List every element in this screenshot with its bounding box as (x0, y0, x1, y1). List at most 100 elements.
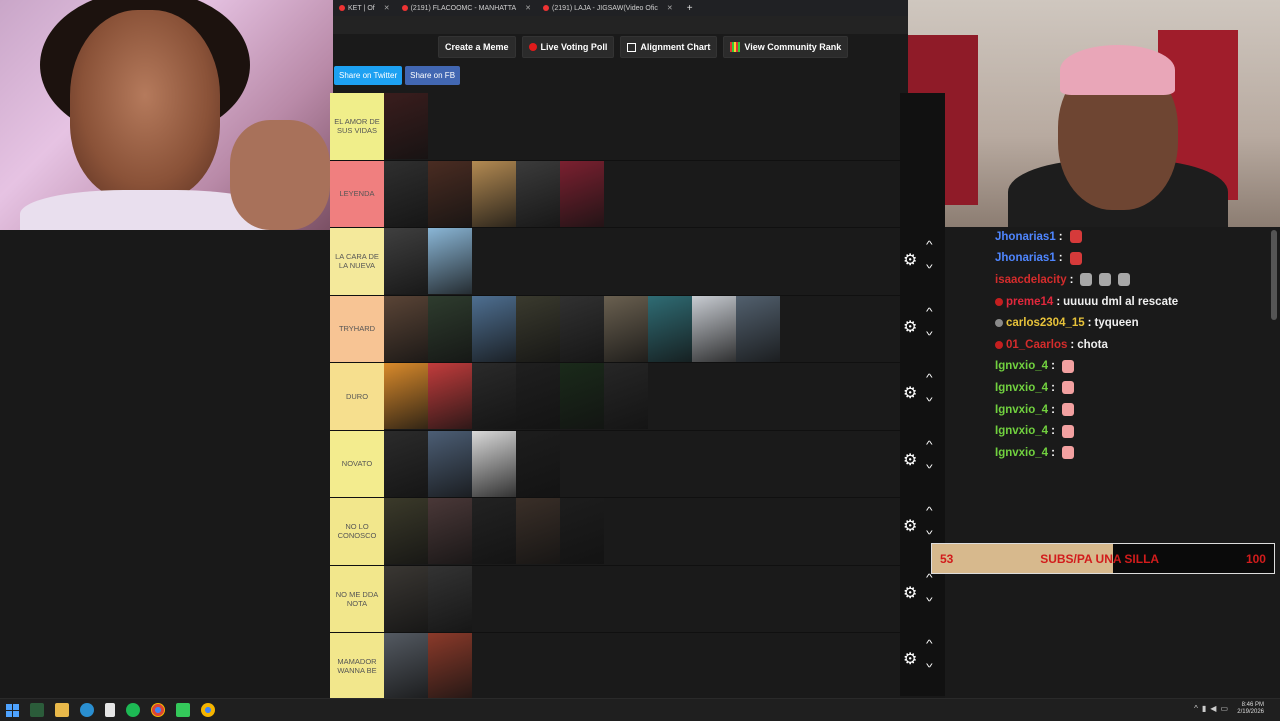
tier-item-image[interactable] (560, 498, 604, 564)
close-icon[interactable]: ✕ (525, 4, 531, 12)
tier-item-image[interactable] (384, 633, 428, 699)
tier-item-image[interactable] (516, 295, 560, 362)
chevron-down-icon[interactable]: ^ (926, 391, 933, 402)
chevron-down-icon[interactable]: ^ (926, 657, 933, 668)
close-icon[interactable]: ✕ (667, 4, 673, 12)
tier-label[interactable]: MAMADOR WANNA BE (330, 633, 384, 700)
chevron-down-icon[interactable]: ^ (926, 524, 933, 535)
tier-label[interactable]: NOVATO (330, 430, 384, 497)
tier-item-image[interactable] (428, 228, 472, 294)
chrome-icon[interactable] (201, 703, 215, 717)
keyboard-icon[interactable]: ▭ (1220, 704, 1228, 713)
tier-item-image[interactable] (384, 295, 428, 362)
chat-username[interactable]: Jhonarias1 (995, 231, 1056, 243)
edge-icon[interactable] (80, 703, 94, 717)
chevron-up-icon[interactable]: ^ (926, 373, 933, 384)
tier-item-image[interactable] (472, 430, 516, 497)
tier-item-image[interactable] (692, 295, 736, 362)
tier-item-image[interactable] (384, 498, 428, 564)
chevron-down-icon[interactable]: ^ (926, 258, 933, 269)
chevron-up-icon[interactable]: ^ (1194, 704, 1198, 713)
close-icon[interactable]: ✕ (384, 4, 390, 12)
tier-item-image[interactable] (428, 633, 472, 699)
browser-tab[interactable]: (2191) FLACOOMC - MANHATTA ✕ (396, 0, 537, 16)
chat-username[interactable]: Ignvxio_4 (995, 382, 1048, 394)
tier-label[interactable]: EL AMOR DE SUS VIDAS (330, 93, 384, 160)
chevron-up-icon[interactable]: ^ (926, 639, 933, 650)
gear-icon[interactable]: ⚙ (903, 649, 917, 669)
tier-item-image[interactable] (384, 160, 428, 227)
system-tray[interactable]: ^ ▮ ◀ ▭ (1194, 704, 1228, 713)
tier-item-image[interactable] (604, 363, 648, 429)
live-voting-button[interactable]: Live Voting Poll (521, 36, 615, 58)
tier-item-image[interactable] (560, 295, 604, 362)
tier-item-image[interactable] (736, 295, 780, 362)
chat-username[interactable]: Ignvxio_4 (995, 404, 1048, 416)
tier-item-image[interactable] (472, 160, 516, 227)
tier-item-image[interactable] (472, 295, 516, 362)
tier-item-image[interactable] (384, 228, 428, 294)
tier-label[interactable]: la cara de la nueva (330, 228, 384, 295)
volume-icon[interactable]: ◀ (1210, 704, 1216, 713)
tier-item-image[interactable] (384, 363, 428, 429)
chat-username[interactable]: Ignvxio_4 (995, 425, 1048, 437)
chat-username[interactable]: carlos2304_15 (1006, 317, 1085, 329)
terminal-icon[interactable] (30, 703, 44, 717)
tier-item-image[interactable] (428, 565, 472, 632)
chat-username[interactable]: Ignvxio_4 (995, 447, 1048, 459)
chat-username[interactable]: Ignvxio_4 (995, 360, 1048, 372)
tier-item-image[interactable] (560, 363, 604, 429)
tier-item-image[interactable] (560, 160, 604, 227)
tier-item-image[interactable] (516, 498, 560, 564)
tier-label[interactable]: NO ME DDA NOTA (330, 565, 384, 632)
chat-username[interactable]: 01_Caarlos (1006, 339, 1067, 351)
tier-label[interactable]: TRYHARD (330, 295, 384, 362)
tier-item-image[interactable] (384, 430, 428, 497)
new-tab-button[interactable]: + (679, 3, 701, 14)
tier-item-image[interactable] (516, 160, 560, 227)
gear-icon[interactable]: ⚙ (903, 583, 917, 603)
chrome-icon[interactable] (151, 703, 165, 717)
tier-item-image[interactable] (472, 363, 516, 429)
chat-username[interactable]: preme14 (1006, 296, 1053, 308)
gear-icon[interactable]: ⚙ (903, 450, 917, 470)
chat-username[interactable]: Jhonarias1 (995, 252, 1056, 264)
gear-icon[interactable]: ⚙ (903, 383, 917, 403)
chevron-down-icon[interactable]: ^ (926, 325, 933, 336)
chevron-down-icon[interactable]: ^ (926, 458, 933, 469)
chat-scrollbar[interactable] (1271, 230, 1277, 320)
notepad-icon[interactable] (105, 703, 115, 717)
chevron-up-icon[interactable]: ^ (926, 506, 933, 517)
app-icon[interactable] (176, 703, 190, 717)
browser-tab[interactable]: KET | Of ✕ (333, 0, 396, 16)
create-meme-button[interactable]: Create a Meme (438, 36, 516, 58)
tier-label[interactable]: DURO (330, 363, 384, 430)
tier-item-image[interactable] (428, 363, 472, 429)
chevron-up-icon[interactable]: ^ (926, 440, 933, 451)
tier-item-image[interactable] (428, 160, 472, 227)
windows-start-icon[interactable] (6, 703, 19, 717)
chat-username[interactable]: isaacdelacity (995, 274, 1067, 286)
chevron-down-icon[interactable]: ^ (926, 591, 933, 602)
chevron-up-icon[interactable]: ^ (926, 240, 933, 251)
tier-item-image[interactable] (428, 498, 472, 564)
browser-tab[interactable]: (2191) LAJA - JIGSAW(Video Ofic ✕ (537, 0, 679, 16)
tier-item-image[interactable] (516, 363, 560, 429)
tier-item-image[interactable] (648, 295, 692, 362)
tier-label[interactable]: LEYENDA (330, 160, 384, 227)
share-facebook-button[interactable]: Share on FB (405, 66, 461, 85)
share-twitter-button[interactable]: Share on Twitter (334, 66, 403, 85)
folder-icon[interactable] (55, 703, 69, 717)
gear-icon[interactable]: ⚙ (903, 250, 917, 270)
tier-item-image[interactable] (428, 295, 472, 362)
alignment-chart-button[interactable]: Alignment Chart (620, 36, 718, 58)
tier-label[interactable]: NO LO CONOSCO (330, 498, 384, 565)
chevron-up-icon[interactable]: ^ (926, 307, 933, 318)
clock[interactable]: 8:46 PM 2/19/2026 (1237, 702, 1264, 716)
chevron-up-icon[interactable]: ^ (926, 573, 933, 584)
tier-item-image[interactable] (516, 430, 560, 497)
community-rank-button[interactable]: View Community Rank (723, 36, 849, 58)
tier-item-image[interactable] (428, 430, 472, 497)
spotify-icon[interactable] (126, 703, 140, 717)
tier-item-image[interactable] (604, 295, 648, 362)
